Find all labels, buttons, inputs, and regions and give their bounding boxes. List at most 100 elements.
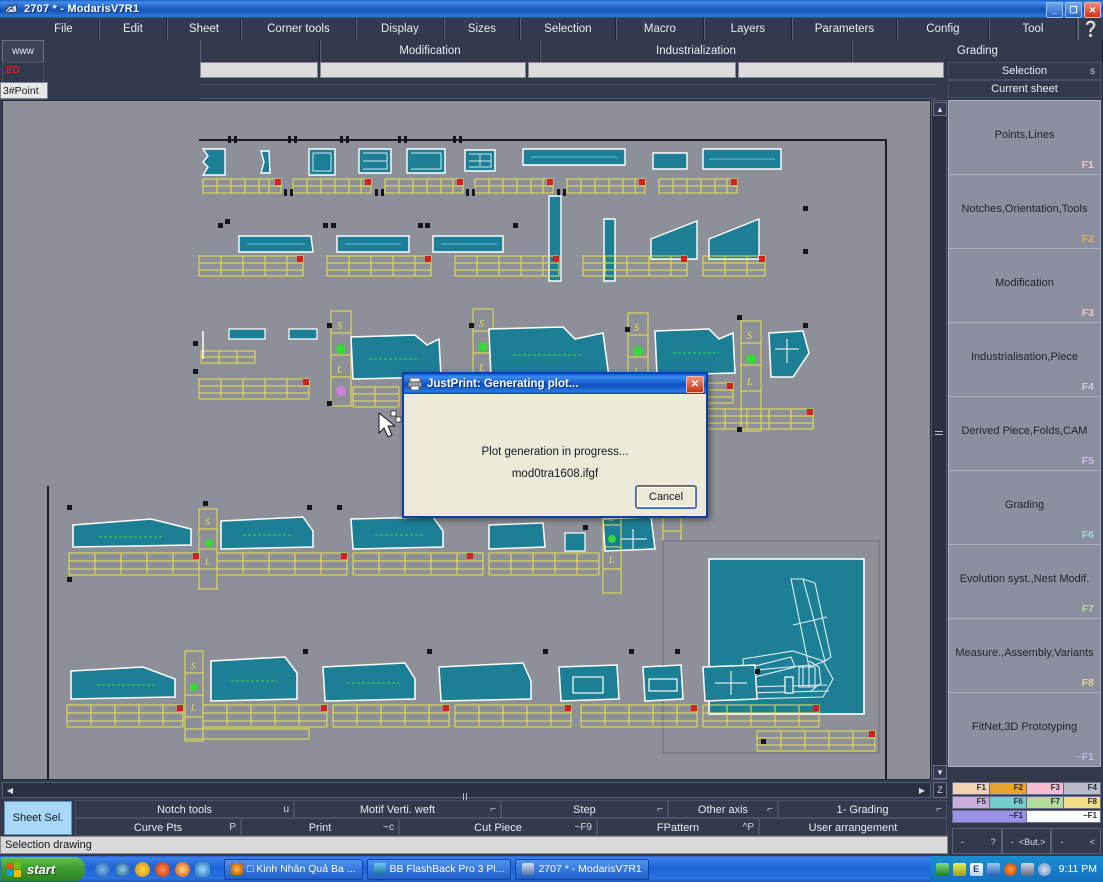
menu-item-layers[interactable]: Layers	[703, 18, 792, 40]
toolbar-text-field-2[interactable]	[320, 62, 526, 78]
fkey-cell-F4[interactable]: F4	[1064, 783, 1100, 794]
fkey-cell-tilde-F1[interactable]: ~F1	[1027, 811, 1100, 822]
toolbar-text-field-3[interactable]	[528, 62, 736, 78]
zoom-indicator[interactable]: Z	[933, 782, 947, 798]
scroll-up-arrow[interactable]: ▲	[933, 102, 947, 116]
toolbar-group-grading[interactable]: Grading	[852, 40, 1103, 62]
horizontal-scroll-grip[interactable]	[463, 787, 471, 818]
sidebar-item-measure-assembly-variants[interactable]: Measure.,Assembly,Variants F8	[948, 618, 1101, 693]
media-icon[interactable]	[115, 861, 130, 877]
fkey-cell-F8[interactable]: F8	[1064, 797, 1100, 808]
command-motif-verti-weft[interactable]: Motif Verti. weft ⌐	[294, 800, 501, 818]
volume-icon[interactable]	[1037, 862, 1051, 876]
browser-icon[interactable]	[95, 861, 110, 877]
sidebar-item-fitnet-3d-prototyping[interactable]: FitNet,3D Prototyping ~F1	[948, 692, 1101, 767]
fkey-cell-F7[interactable]: F7	[1027, 797, 1064, 808]
edit-icon[interactable]: E	[969, 862, 983, 876]
grading-current-sheet-button[interactable]: Current sheet	[948, 80, 1101, 98]
sidebar-item-grading[interactable]: Grading F6	[948, 470, 1101, 545]
printer-icon	[407, 377, 423, 391]
scroll-left-arrow[interactable]: ◀	[4, 784, 16, 796]
smiley-icon[interactable]	[135, 861, 150, 877]
chrome-icon[interactable]	[175, 861, 190, 877]
www-tab[interactable]: www	[2, 40, 44, 62]
sidebar-item-evolution-syst-nest-modif[interactable]: Evolution syst.,Nest Modif. F7	[948, 544, 1101, 619]
command-1-grading[interactable]: 1- Grading ⌐	[778, 800, 947, 818]
minimize-button[interactable]: _	[1046, 2, 1063, 18]
menu-item-parameters[interactable]: Parameters	[791, 18, 897, 40]
fkey-cell-label: ~F1	[1008, 811, 1023, 820]
dialog-close-button[interactable]: ✕	[686, 376, 704, 393]
modaris-application-window: 2707 * - ModarisV7R1 _ ❐ ✕ File Edit Sheet…	[0, 0, 1103, 882]
taskbar-task-2[interactable]: BB FlashBack Pro 3 Pl...	[366, 858, 512, 880]
battery-icon[interactable]	[952, 862, 966, 876]
menu-item-macro[interactable]: Macro	[615, 18, 704, 40]
menu-item-display[interactable]: Display	[355, 18, 444, 40]
fkey-cell-F3[interactable]: F3	[1027, 783, 1064, 794]
command-user-arrangement[interactable]: User arrangement	[759, 818, 947, 836]
player-icon[interactable]	[155, 861, 170, 877]
security-icon[interactable]	[1003, 862, 1017, 876]
fkey-cell-F5[interactable]: F5	[953, 797, 990, 808]
menu-item-sheet[interactable]: Sheet	[166, 18, 241, 40]
toolbar-group-blank[interactable]	[200, 40, 320, 62]
command-notch-tools[interactable]: Notch tools u	[75, 800, 294, 818]
menu-item-file[interactable]: File	[29, 18, 99, 40]
command-curve-pts[interactable]: Curve Pts P	[75, 818, 241, 836]
tools-icon[interactable]	[1020, 862, 1034, 876]
mouse-cursor	[378, 410, 402, 438]
nav-cell-right: <But.>	[1018, 837, 1046, 847]
toolbar-group-modification[interactable]: Modification	[320, 40, 540, 62]
ie-icon[interactable]	[195, 861, 210, 877]
cancel-button[interactable]: Cancel	[636, 486, 696, 508]
sheet-sel-button[interactable]: Sheet Sel.	[4, 801, 72, 835]
menu-item-sizes[interactable]: Sizes	[443, 18, 520, 40]
vertical-scrollbar[interactable]: ▲ ▼	[931, 100, 947, 780]
taskbar-clock[interactable]: 9:11 PM	[1059, 863, 1097, 875]
nav-cell-1[interactable]: -?	[952, 828, 1002, 854]
sync-icon[interactable]	[986, 862, 1000, 876]
network-icon[interactable]	[935, 862, 949, 876]
taskbar-task-1[interactable]: □ Kinh Nhân Quả Ba ...	[224, 858, 363, 880]
vertical-scroll-grip[interactable]	[935, 431, 943, 437]
nav-cell-left: -	[961, 837, 964, 847]
sidebar-item-industrialisation-piece[interactable]: Industrialisation,Piece F4	[948, 322, 1101, 397]
command-step[interactable]: Step ⌐	[501, 800, 668, 818]
sidebar-item-modification[interactable]: Modification F3	[948, 248, 1101, 323]
fkey-cell-tilde-F1[interactable]: ~F1	[953, 811, 1027, 822]
fkey-cell-F6[interactable]: F6	[990, 797, 1027, 808]
help-question-icon[interactable]: ❔	[1077, 18, 1103, 40]
nav-cell-3[interactable]: - <	[1051, 828, 1102, 854]
menu-item-corner-tools[interactable]: Corner tools	[240, 18, 356, 40]
grading-selection-button[interactable]: Selection s	[948, 62, 1101, 80]
fkey-cell-F2[interactable]: F2	[990, 783, 1027, 794]
sidebar-item-notches-orientation-tools[interactable]: Notches,Orientation,Tools F2	[948, 174, 1101, 249]
command-print[interactable]: Print ~c	[241, 818, 399, 836]
scroll-down-arrow[interactable]: ▼	[933, 765, 947, 779]
toolbar-group-industrialization[interactable]: Industrialization	[540, 40, 852, 62]
point-field[interactable]: 3#Point	[0, 82, 48, 99]
close-button[interactable]: ✕	[1084, 2, 1101, 18]
maximize-button[interactable]: ❐	[1065, 2, 1082, 18]
command-other-axis[interactable]: Other axis ⌐	[668, 800, 778, 818]
toolbar-text-field-4[interactable]	[738, 62, 944, 78]
menu-item-selection[interactable]: Selection	[519, 18, 616, 40]
taskbar-task-3[interactable]: 2707 * - ModarisV7R1	[515, 858, 649, 880]
sidebar-item-label: Industrialisation,Piece	[970, 351, 1078, 363]
menu-item-config[interactable]: Config	[896, 18, 989, 40]
command-cut-piece[interactable]: Cut Piece ~F9	[399, 818, 597, 836]
start-button[interactable]: start	[1, 857, 85, 881]
sidebar-item-fkey: F3	[1081, 307, 1094, 319]
scroll-right-arrow[interactable]: ▶	[916, 784, 928, 796]
horizontal-scrollbar[interactable]: ◀ ▶	[2, 782, 931, 818]
menu-item-tool[interactable]: Tool	[988, 18, 1077, 40]
nav-cell-2[interactable]: - <But.>	[1001, 828, 1052, 854]
command-fpattern[interactable]: FPattern ^P	[597, 818, 759, 836]
fkey-cell-F1[interactable]: F1	[953, 783, 990, 794]
justprint-dialog[interactable]: JustPrint: Generating plot... ✕ Plot gen…	[402, 372, 708, 518]
sidebar-item-points-lines[interactable]: Points,Lines F1	[948, 100, 1101, 175]
toolbar-text-field-1[interactable]	[200, 62, 318, 78]
sidebar-item-derived-piece-folds-cam[interactable]: Derived Piece,Folds,CAM F5	[948, 396, 1101, 471]
menu-item-edit[interactable]: Edit	[98, 18, 167, 40]
dialog-filename: mod0tra1608.ifgf	[511, 468, 599, 480]
